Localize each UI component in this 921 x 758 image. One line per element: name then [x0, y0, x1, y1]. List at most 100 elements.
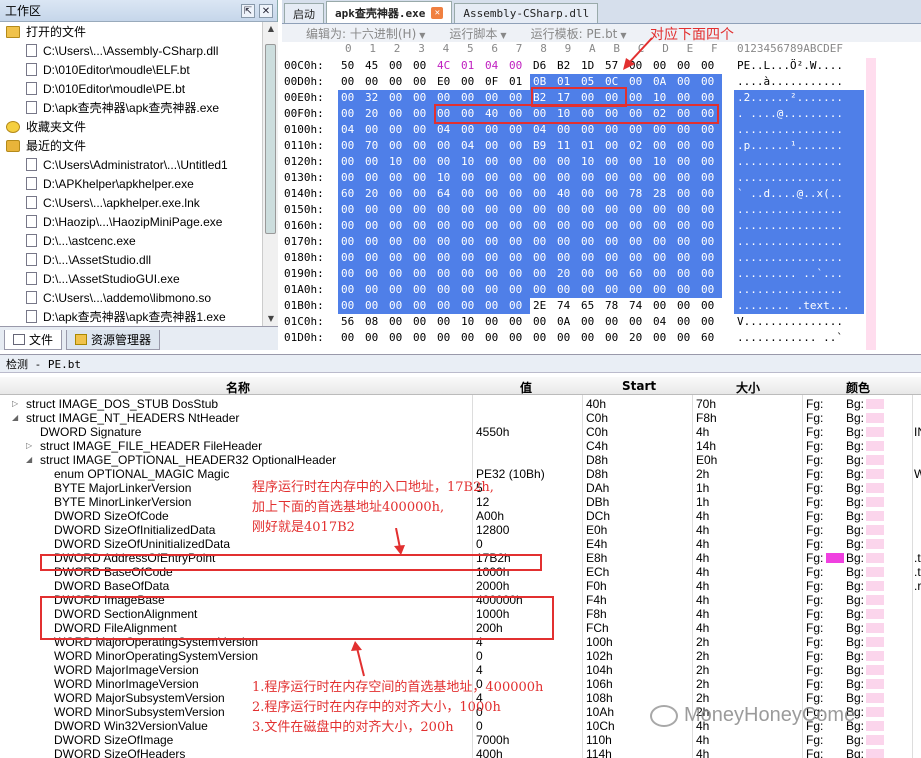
- hex-byte[interactable]: 00: [530, 202, 554, 218]
- hex-byte[interactable]: 00: [386, 74, 410, 90]
- hex-byte[interactable]: 00: [626, 202, 650, 218]
- hex-byte[interactable]: B9: [530, 138, 554, 154]
- workspace-category[interactable]: 收藏夹文件: [0, 117, 262, 136]
- hex-byte[interactable]: 00: [458, 330, 482, 346]
- hex-byte[interactable]: 00: [410, 90, 434, 106]
- hex-byte[interactable]: 00: [458, 282, 482, 298]
- hex-bytes[interactable]: 00 00 00 00 00 00 00 00 00 00 00 00 00 00 00 00: [338, 218, 722, 234]
- tab-start[interactable]: 启动: [284, 3, 324, 23]
- hex-byte[interactable]: 00: [458, 74, 482, 90]
- inspector-row[interactable]: DWORD SizeOfUninitializedData 0 E4h 4h Fg: Bg…: [0, 537, 921, 551]
- hex-byte[interactable]: 00: [458, 218, 482, 234]
- hex-byte[interactable]: B2: [530, 90, 554, 106]
- hex-byte[interactable]: 00: [434, 266, 458, 282]
- hex-row[interactable]: 00E0h: 00 32 00 00 00 00 00 00 B2 17 00 00 00 10 00 00.2…: [282, 90, 921, 106]
- hex-byte[interactable]: 00: [650, 170, 674, 186]
- hex-byte[interactable]: 00: [458, 90, 482, 106]
- hex-byte[interactable]: 00: [698, 250, 722, 266]
- hex-byte[interactable]: 50: [338, 58, 362, 74]
- hex-byte[interactable]: 00: [674, 106, 698, 122]
- hex-byte[interactable]: 00: [458, 106, 482, 122]
- inspector-row[interactable]: ▷ struct IMAGE_FILE_HEADER FileHeader C4h 1…: [0, 439, 921, 453]
- workspace-file-item[interactable]: D:\...\AssetStudio.dll: [0, 250, 262, 269]
- hex-bytes[interactable]: 00 00 00 00 00 00 00 00 00 00 00 00 20 00 00 60: [338, 330, 722, 346]
- hex-row[interactable]: 00D0h: 00 00 00 00 E0 00 0F 01 0B 01 05 0C 00 0A 00 00..…: [282, 74, 921, 90]
- close-tab-icon[interactable]: ✕: [431, 6, 444, 19]
- workspace-category[interactable]: 打开的文件: [0, 22, 262, 41]
- hex-row[interactable]: 00F0h: 00 20 00 00 00 00 40 00 00 10 00 00 00 02 00 00. …: [282, 106, 921, 122]
- hex-byte[interactable]: 10: [458, 154, 482, 170]
- hex-byte[interactable]: 2E: [530, 298, 554, 314]
- hex-bytes[interactable]: 00 00 00 00 E0 00 0F 01 0B 01 05 0C 00 0A 00 00: [338, 74, 722, 90]
- hex-byte[interactable]: 00: [458, 186, 482, 202]
- hex-bytes[interactable]: 00 00 00 00 00 00 00 00 00 00 00 00 00 00 00 00: [338, 234, 722, 250]
- hex-byte[interactable]: 00: [338, 170, 362, 186]
- hex-byte[interactable]: 00: [338, 298, 362, 314]
- hex-byte[interactable]: 00: [410, 282, 434, 298]
- hex-row[interactable]: 0120h: 00 00 10 00 00 10 00 00 00 00 10 00 00 10 00 00..…: [282, 154, 921, 170]
- hex-byte[interactable]: 00: [482, 218, 506, 234]
- hex-byte[interactable]: 05: [578, 74, 602, 90]
- hex-byte[interactable]: 00: [362, 266, 386, 282]
- hex-byte[interactable]: 00: [506, 106, 530, 122]
- hex-byte[interactable]: 00: [506, 218, 530, 234]
- run-template-dropdown[interactable]: 运行模板: PE.bt ▼: [519, 25, 627, 42]
- hex-byte[interactable]: 00: [626, 170, 650, 186]
- hex-byte[interactable]: 00: [674, 138, 698, 154]
- bg-color-swatch[interactable]: [866, 469, 884, 479]
- inspector-row[interactable]: ◢ struct IMAGE_NT_HEADERS NtHeader C0h F8h F…: [0, 411, 921, 425]
- hex-byte[interactable]: 00: [506, 170, 530, 186]
- hex-byte[interactable]: 00: [434, 154, 458, 170]
- hex-byte[interactable]: 00: [530, 218, 554, 234]
- hex-row[interactable]: 0100h: 04 00 00 00 04 00 00 00 04 00 00 00 00 00 00 00..…: [282, 122, 921, 138]
- hex-byte[interactable]: 00: [386, 202, 410, 218]
- hex-byte[interactable]: 00: [482, 266, 506, 282]
- hex-byte[interactable]: 00: [506, 282, 530, 298]
- hex-row[interactable]: 0170h: 00 00 00 00 00 00 00 00 00 00 00 00 00 00 00 00..…: [282, 234, 921, 250]
- hex-byte[interactable]: 00: [482, 314, 506, 330]
- inspector-row[interactable]: DWORD SectionAlignment 1000h F8h 4h Fg: Bg:: [0, 607, 921, 621]
- collapse-icon[interactable]: ◢: [26, 453, 32, 467]
- hex-byte[interactable]: 00: [362, 282, 386, 298]
- hex-byte[interactable]: 00: [650, 330, 674, 346]
- hex-row[interactable]: 01D0h: 00 00 00 00 00 00 00 00 00 00 00 00 20 00 00 60..…: [282, 330, 921, 346]
- hex-byte[interactable]: 00: [482, 186, 506, 202]
- hex-byte[interactable]: 00: [362, 202, 386, 218]
- hex-byte[interactable]: 00: [338, 282, 362, 298]
- hex-byte[interactable]: 10: [650, 154, 674, 170]
- hex-byte[interactable]: 11: [554, 138, 578, 154]
- hex-byte[interactable]: 10: [386, 154, 410, 170]
- hex-byte[interactable]: 00: [410, 234, 434, 250]
- hex-byte[interactable]: 0A: [554, 314, 578, 330]
- inspector-row[interactable]: DWORD BaseOfCode 1000h ECh 4h Fg: Bg: .t: [0, 565, 921, 579]
- workspace-file-item[interactable]: D:\APKhelper\apkhelper.exe: [0, 174, 262, 193]
- ascii-text[interactable]: .p......¹.......: [734, 138, 864, 154]
- hex-byte[interactable]: 00: [602, 106, 626, 122]
- hex-byte[interactable]: 00: [602, 154, 626, 170]
- hex-byte[interactable]: 00: [578, 122, 602, 138]
- hex-byte[interactable]: 60: [698, 330, 722, 346]
- inspector-row[interactable]: WORD MajorOperatingSystemVersion 4 100h 2h F…: [0, 635, 921, 649]
- hex-byte[interactable]: 00: [674, 202, 698, 218]
- hex-byte[interactable]: 00: [650, 250, 674, 266]
- hex-byte[interactable]: 00: [458, 170, 482, 186]
- hex-bytes[interactable]: 00 00 00 00 00 00 00 00 00 00 00 00 00 00 00 00: [338, 202, 722, 218]
- hex-byte[interactable]: 10: [434, 170, 458, 186]
- hex-byte[interactable]: 00: [482, 298, 506, 314]
- hex-byte[interactable]: 01: [578, 138, 602, 154]
- inspector-row[interactable]: DWORD BaseOfData 2000h F0h 4h Fg: Bg: .r: [0, 579, 921, 593]
- inspector-row[interactable]: WORD MajorImageVersion 4 104h 2h Fg: Bg:: [0, 663, 921, 677]
- hex-byte[interactable]: 00: [338, 266, 362, 282]
- bg-color-swatch[interactable]: [866, 581, 884, 591]
- hex-byte[interactable]: 00: [338, 330, 362, 346]
- bg-color-swatch[interactable]: [866, 735, 884, 745]
- hex-byte[interactable]: 00: [578, 250, 602, 266]
- inspector-row[interactable]: DWORD ImageBase 400000h F4h 4h Fg: Bg:: [0, 593, 921, 607]
- ascii-text[interactable]: ................: [734, 122, 864, 138]
- hex-byte[interactable]: 00: [482, 138, 506, 154]
- hex-byte[interactable]: 00: [578, 202, 602, 218]
- hex-row[interactable]: 0160h: 00 00 00 00 00 00 00 00 00 00 00 00 00 00 00 00..…: [282, 218, 921, 234]
- hex-byte[interactable]: 00: [386, 314, 410, 330]
- bg-color-swatch[interactable]: [866, 497, 884, 507]
- workspace-file-item[interactable]: C:\Users\...\apkhelper.exe.lnk: [0, 193, 262, 212]
